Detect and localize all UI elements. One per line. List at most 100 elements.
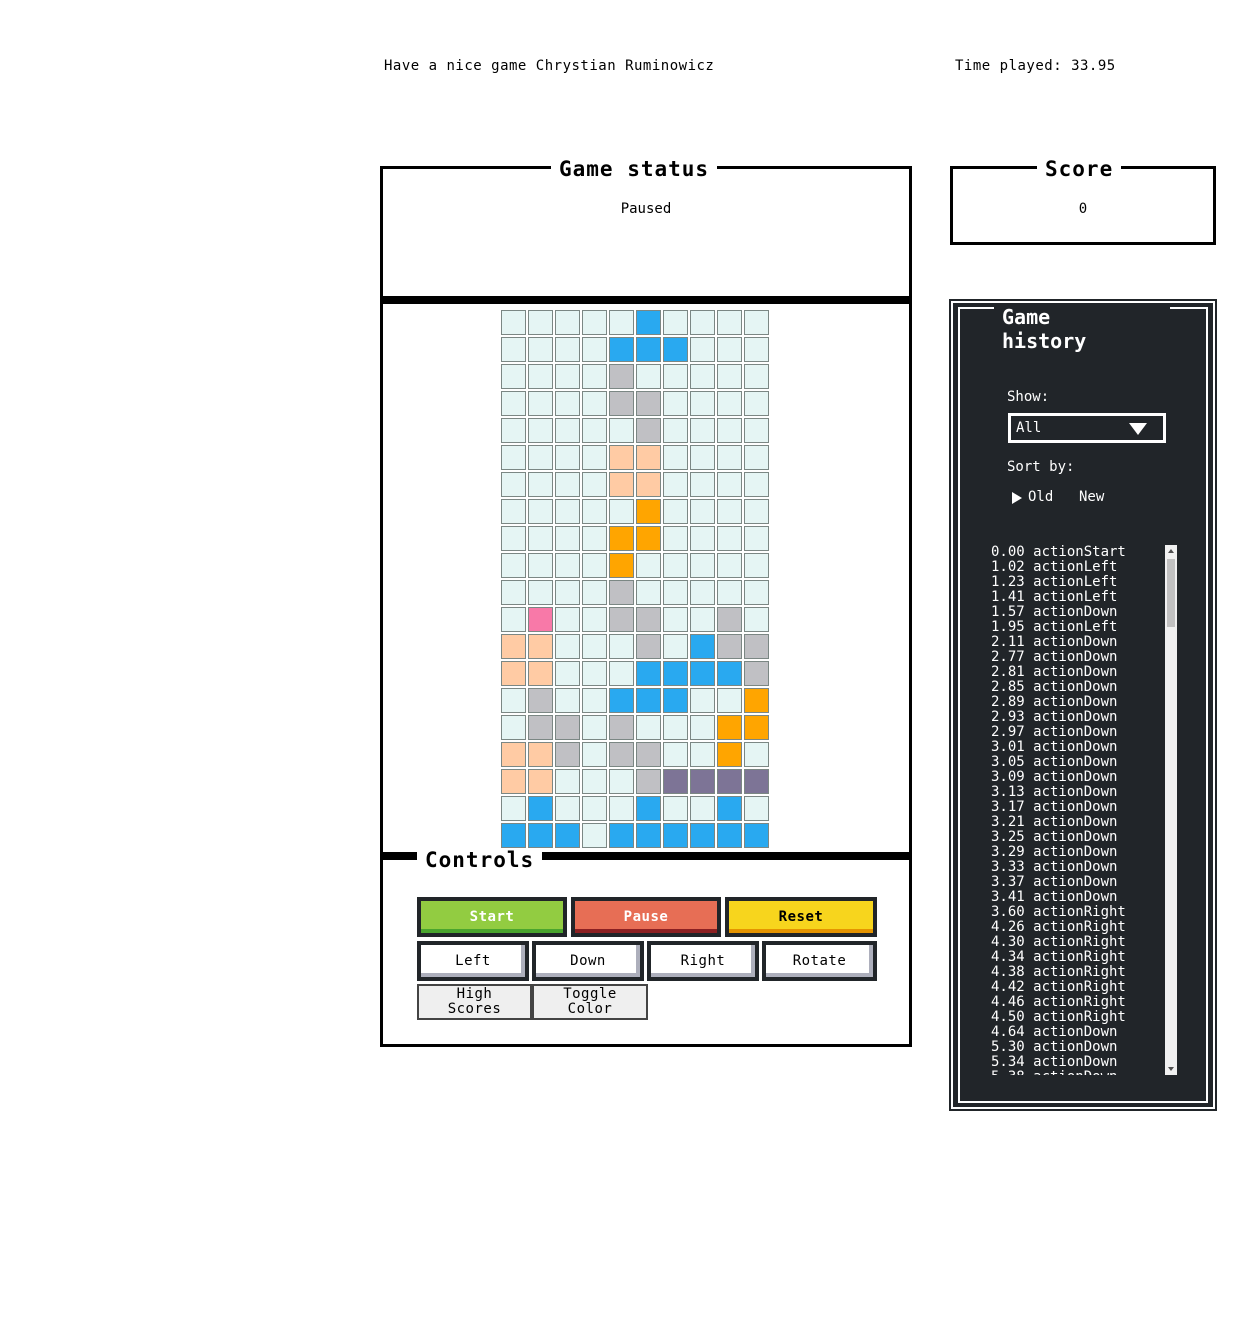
rotate-button[interactable]: Rotate xyxy=(762,941,877,981)
board-cell xyxy=(582,607,607,632)
board-cell xyxy=(501,796,526,821)
board-cell xyxy=(555,607,580,632)
board-cell xyxy=(501,661,526,686)
board-cell xyxy=(717,310,742,335)
board-cell xyxy=(636,553,661,578)
board-cell xyxy=(609,472,634,497)
board-cell xyxy=(744,796,769,821)
selected-marker-icon xyxy=(1012,492,1022,504)
show-filter-select[interactable]: All xyxy=(1008,413,1166,443)
board-cell xyxy=(528,688,553,713)
board-cell xyxy=(636,769,661,794)
high-scores-button[interactable]: High Scores xyxy=(417,984,532,1020)
board-cell xyxy=(636,337,661,362)
board-cell xyxy=(636,715,661,740)
left-button[interactable]: Left xyxy=(417,941,529,981)
board-cell xyxy=(582,472,607,497)
toggle-color-button[interactable]: Toggle Color xyxy=(532,984,648,1020)
game-history-frame: Game history Show: All Sort by: Old New … xyxy=(958,305,1208,1103)
board-cell xyxy=(582,445,607,470)
board-cell xyxy=(690,580,715,605)
board-cell xyxy=(555,391,580,416)
history-entry: 4.42 actionRight xyxy=(991,979,1126,995)
board-cell xyxy=(528,580,553,605)
history-entry: 3.41 actionDown xyxy=(991,889,1118,905)
board-cell xyxy=(690,499,715,524)
board-cell xyxy=(555,337,580,362)
board-cell xyxy=(528,418,553,443)
board-cell xyxy=(744,472,769,497)
board-cell xyxy=(636,445,661,470)
board-cell xyxy=(582,364,607,389)
board-cell xyxy=(609,769,634,794)
board-cell xyxy=(528,364,553,389)
board-cell xyxy=(690,472,715,497)
history-list[interactable]: 0.00 actionStart 1.02 actionLeft 1.23 acti… xyxy=(991,545,1191,1075)
sort-label: Sort by: xyxy=(1007,459,1075,475)
reset-button[interactable]: Reset xyxy=(725,897,877,937)
board-cell xyxy=(663,553,688,578)
board-cell xyxy=(582,688,607,713)
board-cell xyxy=(609,391,634,416)
down-button[interactable]: Down xyxy=(532,941,644,981)
board-cell xyxy=(690,337,715,362)
game-status-title: Game status xyxy=(551,158,718,180)
board-cell xyxy=(663,391,688,416)
history-entry: 5.34 actionDown xyxy=(991,1054,1118,1070)
board-cell xyxy=(744,445,769,470)
history-entry: 4.50 actionRight xyxy=(991,1009,1126,1025)
board-cell xyxy=(663,418,688,443)
score-value: 0 xyxy=(1078,201,1088,217)
board-cell xyxy=(636,796,661,821)
history-scrollbar[interactable] xyxy=(1165,545,1177,1075)
board-cell xyxy=(717,553,742,578)
board-cell xyxy=(744,310,769,335)
start-button[interactable]: Start xyxy=(417,897,567,937)
board-cell xyxy=(582,499,607,524)
board-cell xyxy=(582,310,607,335)
right-button[interactable]: Right xyxy=(647,941,759,981)
board-cell xyxy=(555,364,580,389)
board-cell xyxy=(555,499,580,524)
history-entry: 4.34 actionRight xyxy=(991,949,1126,965)
show-label: Show: xyxy=(1007,389,1050,405)
game-history-title: Game history xyxy=(994,305,1170,353)
board-cell xyxy=(609,364,634,389)
board-cell xyxy=(636,634,661,659)
history-entry: 2.93 actionDown xyxy=(991,709,1118,725)
scroll-up-icon[interactable] xyxy=(1168,549,1174,553)
show-filter-value: All xyxy=(1016,420,1042,436)
sort-new-option[interactable]: New xyxy=(1079,489,1104,505)
board-cell xyxy=(501,580,526,605)
board-cell xyxy=(663,742,688,767)
board-cell xyxy=(663,364,688,389)
board-cell xyxy=(690,769,715,794)
board-cell xyxy=(528,337,553,362)
scroll-down-icon[interactable] xyxy=(1168,1067,1174,1071)
history-entry: 1.41 actionLeft xyxy=(991,589,1118,605)
scrollbar-thumb[interactable] xyxy=(1167,559,1175,627)
board-cell xyxy=(555,769,580,794)
history-entry: 4.30 actionRight xyxy=(991,934,1126,950)
greeting-text: Have a nice game Chrystian Ruminowicz xyxy=(384,58,715,74)
history-entry: 1.02 actionLeft xyxy=(991,559,1118,575)
game-history-panel: Game history Show: All Sort by: Old New … xyxy=(949,299,1217,1111)
board-cell xyxy=(609,634,634,659)
board-cell xyxy=(528,472,553,497)
board-cell xyxy=(744,364,769,389)
board-cell xyxy=(690,607,715,632)
board-cell xyxy=(663,445,688,470)
board-cell xyxy=(501,418,526,443)
board-cell xyxy=(690,742,715,767)
board-cell xyxy=(636,607,661,632)
board-cell xyxy=(663,796,688,821)
sort-old-option[interactable]: Old xyxy=(1028,489,1053,505)
board-cell xyxy=(744,769,769,794)
history-entry: 5.38 actionDown xyxy=(991,1070,1191,1076)
history-entry: 3.13 actionDown xyxy=(991,784,1118,800)
pause-button[interactable]: Pause xyxy=(571,897,721,937)
board-cell xyxy=(717,337,742,362)
history-entry: 3.60 actionRight xyxy=(991,904,1126,920)
board-cell xyxy=(501,472,526,497)
board-cell xyxy=(609,688,634,713)
